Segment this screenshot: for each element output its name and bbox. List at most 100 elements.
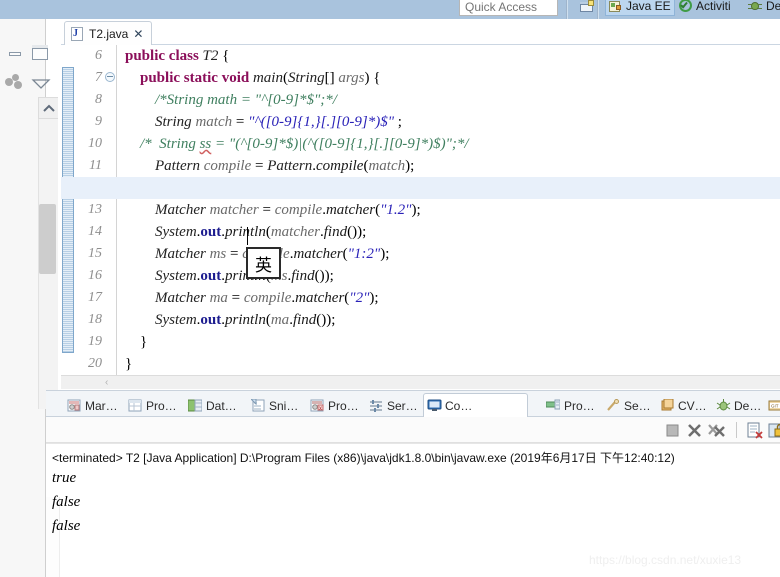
code-lines[interactable]: public class T2 { public static void mai…: [119, 45, 780, 389]
perspective-debug[interactable]: De: [745, 0, 780, 16]
chevron-down-icon[interactable]: [30, 78, 52, 90]
perspective-activiti[interactable]: Activiti: [676, 0, 734, 16]
stop-square-icon[interactable]: [664, 422, 681, 439]
code-line-current[interactable]: [61, 177, 780, 199]
quick-access-input[interactable]: [459, 0, 558, 16]
search-icon: [606, 399, 620, 412]
code-line[interactable]: }: [119, 331, 780, 353]
view-tab-label: Sni…: [269, 399, 298, 413]
view-tab-label: Pro…: [146, 399, 177, 413]
view-tab-label: CV…: [678, 399, 707, 413]
java-file-icon: J: [71, 27, 84, 41]
markers-icon: [67, 399, 81, 412]
snippets-icon: [251, 399, 265, 412]
view-tab-debug[interactable]: De…: [713, 394, 764, 417]
package-explorer-icon[interactable]: [5, 74, 25, 92]
view-tab-label: De…: [734, 399, 761, 413]
activiti-icon: [679, 0, 693, 13]
code-line[interactable]: System.out.println(ma.find());: [119, 309, 780, 331]
fold-collapse-icon[interactable]: [105, 72, 116, 83]
line-number: 13: [75, 199, 105, 221]
clear-console-icon[interactable]: [746, 422, 763, 439]
code-line[interactable]: System.out.println(ms.find());: [119, 265, 780, 287]
close-icon[interactable]: ✕: [133, 28, 143, 40]
code-editor[interactable]: 6 7 8 9 10 11 12 13 14 15 16 17 18 19 20: [61, 45, 780, 389]
eclipse-window: Java EE Activiti De: [0, 0, 780, 577]
open-perspective-icon: [580, 0, 594, 13]
debug-perspective-icon: [748, 0, 763, 13]
code-line[interactable]: public class T2 {: [119, 45, 780, 67]
ime-indicator: 英: [246, 247, 281, 279]
perspective-java-ee[interactable]: Java EE: [605, 0, 675, 16]
code-line[interactable]: public static void main(String[] args) {: [119, 67, 780, 89]
editor-vertical-scrollbar-thumb[interactable]: [39, 204, 56, 274]
view-tab-servers[interactable]: Ser…: [366, 394, 421, 417]
code-line[interactable]: Matcher ma = compile.matcher("2");: [119, 287, 780, 309]
line-number: 7: [75, 67, 105, 89]
view-tab-cvs-repositories[interactable]: CV…: [657, 394, 710, 417]
line-number: 6: [75, 45, 105, 67]
console-launch-header: <terminated> T2 [Java Application] D:\Pr…: [52, 449, 675, 466]
editor-tab-t2-java[interactable]: J T2.java ✕: [64, 21, 152, 45]
view-tab-problems[interactable]: x Pro…: [307, 394, 362, 417]
code-line[interactable]: System.out.println(matcher.find());: [119, 221, 780, 243]
lock-icon[interactable]: [768, 422, 780, 439]
line-number: 16: [75, 265, 105, 287]
line-number: 14: [75, 221, 105, 243]
svg-text:GIT: GIT: [771, 404, 779, 409]
watermark: https://blog.csdn.net/xuxie13: [589, 553, 741, 567]
line-number-ruler: 6 7 8 9 10 11 12 13 14 15 16 17 18 19 20: [75, 45, 105, 389]
left-tool-rail: [0, 19, 46, 577]
code-line[interactable]: Pattern compile = Pattern.compile(match)…: [119, 155, 780, 177]
view-tab-search[interactable]: Se…: [603, 394, 654, 417]
properties-icon: [128, 399, 142, 412]
view-tab-console[interactable]: Co… ╳: [423, 393, 528, 418]
view-tab-markers[interactable]: Mar…: [64, 394, 121, 417]
svg-text:x: x: [319, 406, 322, 412]
view-tab-properties[interactable]: Pro…: [125, 394, 180, 417]
line-number: 11: [75, 155, 105, 177]
code-line[interactable]: Matcher matcher = compile.matcher("1.2")…: [119, 199, 780, 221]
code-line[interactable]: /*String math = "^[0-9]*$";*/: [119, 89, 780, 111]
open-perspective-button[interactable]: [577, 0, 597, 16]
view-tab-snippets[interactable]: Sni…: [248, 394, 301, 417]
console-output-line: true: [52, 466, 76, 490]
bottom-view-stack: Mar… Pro… Dat… Sni…: [46, 390, 780, 577]
maximize-icon[interactable]: [32, 45, 49, 61]
toolbar-separator-2: [597, 0, 599, 19]
scroll-left-icon[interactable]: ‹: [105, 377, 108, 388]
view-tab-label: Dat…: [206, 399, 237, 413]
view-tab-git-repositories[interactable]: GIT Git …: [765, 394, 780, 417]
code-line[interactable]: Matcher ms = compile.matcher("1:2");: [119, 243, 780, 265]
console-output-line: false: [52, 514, 80, 538]
editor-area: J T2.java ✕ 6 7 8 9 10 11 12 13 14 15 16: [61, 19, 780, 389]
view-tab-progress[interactable]: Pro…: [543, 394, 598, 417]
code-line[interactable]: }: [119, 353, 780, 375]
code-line[interactable]: /* String ss = "(^[0-9]*$)|(^([0-9]{1,}[…: [119, 133, 780, 155]
toolbar-separator-1: [566, 0, 568, 19]
editor-horizontal-scrollbar[interactable]: [61, 375, 780, 389]
code-line[interactable]: String match = "^([0-9]{1,}[.][0-9]*)$" …: [119, 111, 780, 133]
perspective-debug-label: De: [766, 0, 780, 13]
data-source-explorer-icon: [188, 399, 202, 412]
servers-icon: [369, 399, 383, 412]
perspective-java-ee-label: Java EE: [626, 0, 671, 13]
view-tab-data-source-explorer[interactable]: Dat…: [185, 394, 240, 417]
line-number: 10: [75, 133, 105, 155]
changed-lines-indicator: [62, 67, 74, 353]
line-number: 9: [75, 111, 105, 133]
view-tab-label: Pro…: [564, 399, 595, 413]
remove-x-icon[interactable]: [686, 422, 703, 439]
toolbar-separator-3: [736, 422, 737, 438]
minimize-icon[interactable]: [8, 48, 23, 60]
problems-icon: x: [310, 399, 324, 412]
remove-all-xx-icon[interactable]: [708, 422, 725, 439]
git-repositories-icon: GIT: [768, 399, 780, 412]
perspective-activiti-label: Activiti: [696, 0, 731, 13]
gutter-separator: [116, 45, 117, 389]
line-number: 17: [75, 287, 105, 309]
scroll-up-button[interactable]: [38, 97, 58, 119]
line-number: 8: [75, 89, 105, 111]
java-ee-icon: [609, 0, 623, 13]
view-tab-label: Mar…: [85, 399, 118, 413]
